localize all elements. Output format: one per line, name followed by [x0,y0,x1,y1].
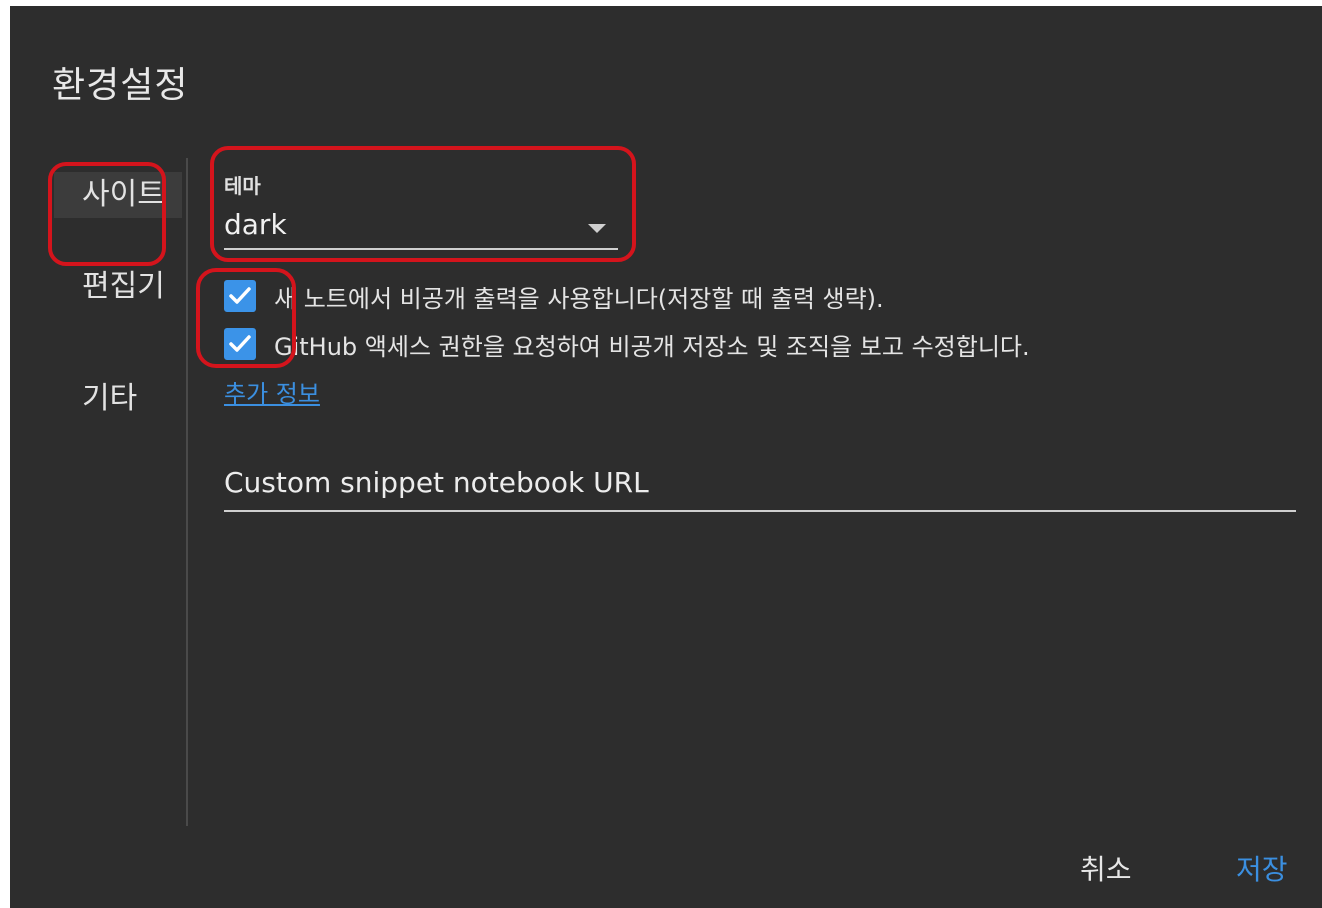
theme-field: 테마 dark [224,170,618,250]
option-private-output: 새 노트에서 비공개 출력을 사용합니다(저장할 때 출력 생략). [224,278,884,314]
sidebar-item-editor[interactable]: 편집기 [82,264,182,310]
theme-label: 테마 [224,174,261,198]
option-github-access: GitHub 액세스 권한을 요청하여 비공개 저장소 및 조직을 보고 수정합… [224,326,1030,362]
github-access-checkbox[interactable] [224,328,256,360]
sidebar-item-misc[interactable]: 기타 [82,376,182,422]
dropdown-arrow-icon [588,224,606,233]
private-output-checkbox[interactable] [224,280,256,312]
settings-sidebar: 사이트 편집기 기타 [10,158,188,826]
github-access-label: GitHub 액세스 권한을 요청하여 비공개 저장소 및 조직을 보고 수정합… [274,332,1030,361]
dialog-title: 환경설정 [52,65,189,106]
private-output-label: 새 노트에서 비공개 출력을 사용합니다(저장할 때 출력 생략). [274,284,884,313]
snippet-url-placeholder: Custom snippet notebook URL [224,466,649,499]
more-info-link[interactable]: 추가 정보 [224,374,320,409]
theme-select[interactable]: dark [224,208,618,250]
snippet-url-input[interactable]: Custom snippet notebook URL [224,462,1296,512]
sidebar-item-site[interactable]: 사이트 [54,172,182,218]
settings-dialog: 환경설정 사이트 편집기 기타 테마 dark 새 노트에서 비공개 출력을 사… [10,6,1322,908]
checkmark-icon [229,287,251,304]
checkmark-icon [229,335,251,352]
cancel-button[interactable]: 취소 [1080,848,1132,888]
save-button[interactable]: 저장 [1236,848,1288,888]
theme-select-value: dark [224,208,287,241]
